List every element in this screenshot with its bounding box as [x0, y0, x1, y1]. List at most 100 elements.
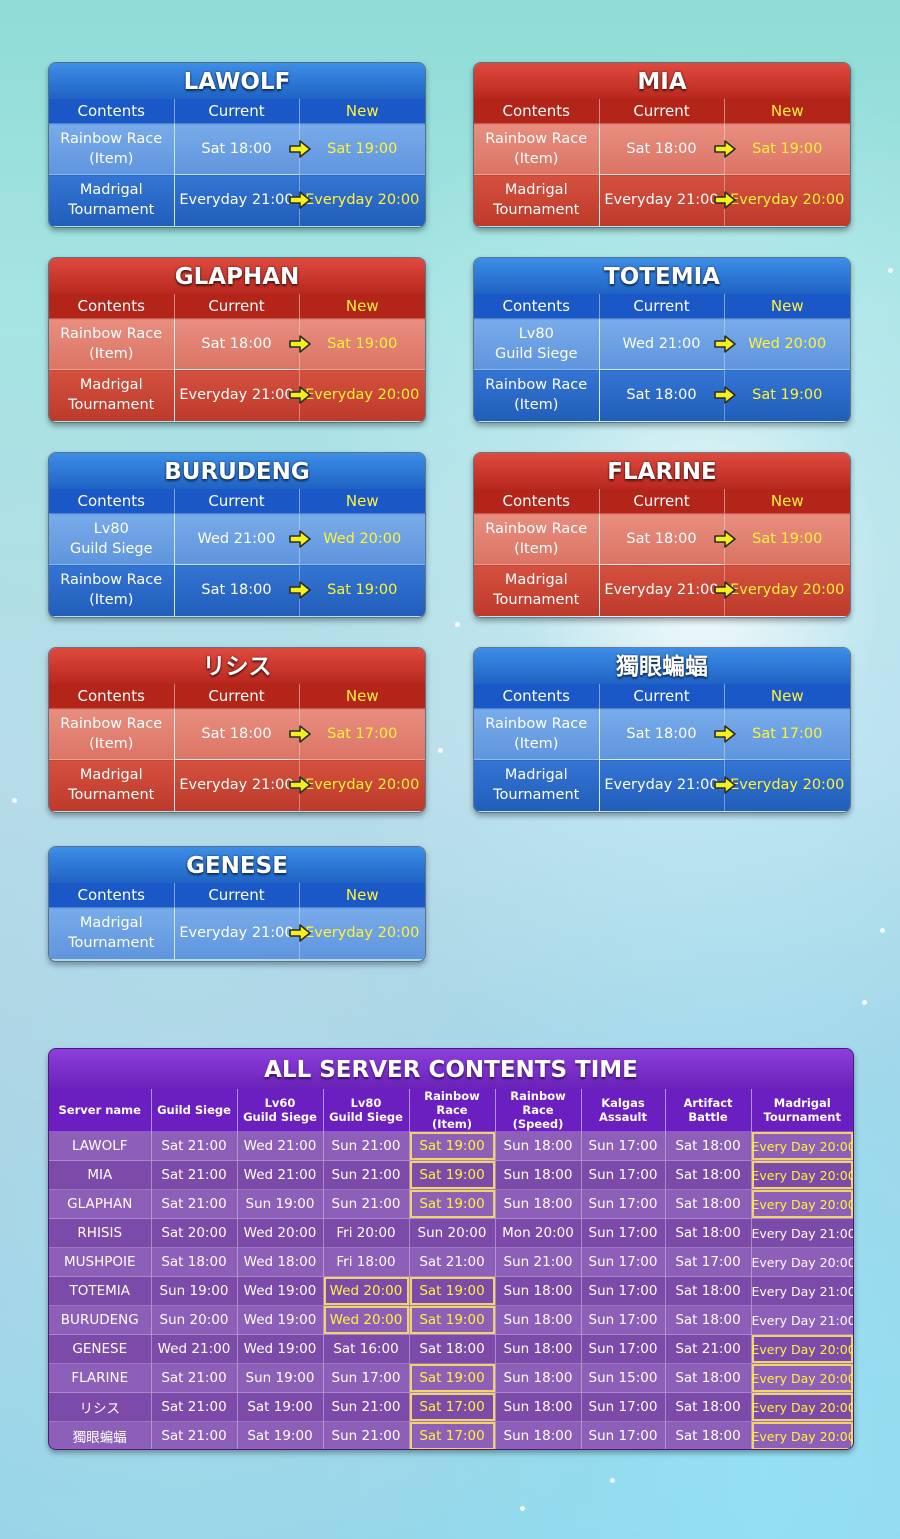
- schedule-cell: Every Day 20:00: [751, 1363, 853, 1393]
- schedule-cell: Sat 21:00: [151, 1421, 238, 1449]
- new-header: New: [299, 883, 425, 908]
- schedule-cell: Sun 17:00: [581, 1392, 666, 1422]
- schedule-row: Madrigal Tournament Everyday 21:00 Everyday…: [474, 174, 850, 226]
- contents-header: Contents: [474, 684, 600, 709]
- schedule-row: Rainbow Race (Item) Sat 18:00 Sat 19:00: [49, 564, 425, 616]
- all-server-title: ALL SERVER CONTENTS TIME: [49, 1049, 853, 1089]
- background-sparkle: [888, 268, 893, 273]
- current-header: Current: [174, 684, 300, 709]
- schedule-cell: Sat 17:00: [409, 1392, 496, 1422]
- schedule-row: Madrigal Tournament Everyday 21:00 Everyday…: [49, 907, 425, 959]
- current-time: Everyday 21:00: [604, 192, 719, 209]
- content-cell: Madrigal Tournament: [49, 907, 175, 959]
- content-name-line: Rainbow Race: [60, 326, 163, 342]
- schedule-cell: Sat 19:00: [409, 1131, 496, 1161]
- content-name-line: Madrigal: [504, 572, 568, 589]
- schedule-cell: Sat 21:00: [151, 1363, 238, 1393]
- schedule-cell: Sun 17:00: [581, 1276, 666, 1306]
- content-cell: Madrigal Tournament: [49, 369, 175, 421]
- content-name-line: Tournament: [493, 202, 580, 219]
- new-time-cell: Everyday 20:00: [299, 759, 425, 811]
- content-name-line: Lv80: [518, 326, 554, 342]
- column-header: Guild Siege: [151, 1089, 238, 1132]
- contents-header: Contents: [49, 294, 175, 319]
- current-time: Sat 18:00: [201, 582, 272, 599]
- new-time-cell: Sat 19:00: [724, 513, 850, 565]
- schedule-cell: Sat 21:00: [665, 1334, 752, 1364]
- arrow-right-icon: [713, 191, 736, 210]
- schedule-row: Rainbow Race (Item) Sat 18:00 Sat 19:00: [474, 123, 850, 175]
- background-sparkle: [438, 748, 443, 753]
- server-card-title: GLAPHAN: [49, 258, 425, 294]
- schedule-cell: Sun 19:00: [237, 1363, 324, 1393]
- content-name-line: Rainbow Race: [485, 521, 588, 537]
- new-time-cell: Everyday 20:00: [724, 174, 850, 226]
- column-header-line: Rainbow Race: [510, 1089, 566, 1117]
- server-card-mushpoie: 獨眼蝙蝠 Contents Current New Rainbow Race (Item)…: [473, 647, 851, 813]
- new-time-cell: Sat 19:00: [299, 564, 425, 616]
- new-time-cell: Everyday 20:00: [299, 907, 425, 959]
- new-time-cell: Sat 17:00: [724, 708, 850, 760]
- schedule-cell: Sun 17:00: [323, 1363, 410, 1393]
- new-header: New: [724, 684, 850, 709]
- server-name-cell: GENESE: [49, 1334, 152, 1364]
- server-row: RHISIS Sat 20:00 Wed 20:00 Fri 20:00 Sun 20:…: [49, 1218, 853, 1248]
- schedule-row: Rainbow Race (Item) Sat 18:00 Sat 19:00: [474, 513, 850, 565]
- schedule-cell: Wed 20:00: [237, 1218, 324, 1248]
- column-header: Rainbow Race (Speed): [495, 1089, 582, 1132]
- schedule-cell: Sat 21:00: [151, 1160, 238, 1190]
- schedule-cell: Sun 18:00: [495, 1189, 582, 1219]
- new-time: Sat 19:00: [327, 582, 398, 599]
- schedule-cell: Sat 19:00: [237, 1392, 324, 1422]
- server-card-table: Contents Current New Madrigal Tournament Ever…: [49, 883, 425, 959]
- new-time-cell: Everyday 20:00: [299, 369, 425, 421]
- schedule-row: Rainbow Race (Item) Sat 18:00 Sat 17:00: [49, 708, 425, 760]
- schedule-cell: Sun 21:00: [323, 1160, 410, 1190]
- new-time: Sat 19:00: [752, 141, 823, 157]
- server-card-header-row: Contents Current New: [49, 294, 425, 319]
- current-time: Everyday 21:00: [179, 925, 294, 942]
- new-time-cell: Sat 19:00: [299, 123, 425, 175]
- content-name-line: Tournament: [68, 935, 155, 952]
- server-card-title: FLARINE: [474, 453, 850, 489]
- new-time-cell: Sat 19:00: [724, 123, 850, 175]
- content-cell: Madrigal Tournament: [474, 174, 600, 226]
- server-name-cell: RHISIS: [49, 1218, 152, 1248]
- column-header: Artifact Battle: [665, 1089, 752, 1132]
- schedule-cell: Sun 17:00: [581, 1218, 666, 1248]
- schedule-cell: Mon 20:00: [495, 1218, 582, 1248]
- content-name-line: Rainbow Race: [485, 131, 588, 147]
- schedule-cell: Sat 18:00: [665, 1421, 752, 1449]
- current-time-cell: Sat 18:00: [599, 513, 736, 565]
- new-header: New: [299, 294, 425, 319]
- new-time: Everyday 20:00: [730, 192, 845, 209]
- current-header: Current: [599, 294, 725, 319]
- new-time-cell: Sat 19:00: [299, 318, 425, 370]
- schedule-cell: Every Day 21:00: [751, 1218, 853, 1248]
- schedule-cell: Sun 18:00: [495, 1392, 582, 1422]
- server-card-header-row: Contents Current New: [474, 99, 850, 124]
- new-header: New: [299, 99, 425, 124]
- current-header: Current: [174, 489, 300, 514]
- arrow-right-icon: [288, 530, 311, 548]
- schedule-cell: Sun 18:00: [495, 1421, 582, 1449]
- content-name-line: Tournament: [68, 787, 155, 804]
- server-card-header-row: Contents Current New: [49, 883, 425, 908]
- schedule-cell: Sat 19:00: [409, 1363, 496, 1393]
- server-name-cell: TOTEMIA: [49, 1276, 152, 1306]
- server-card-table: Contents Current New Rainbow Race (Item) Sat …: [474, 489, 850, 616]
- content-cell: Lv80 Guild Siege: [49, 513, 175, 565]
- server-row: MUSHPOIE Sat 18:00 Wed 18:00 Fri 18:00 Sat 2…: [49, 1247, 853, 1277]
- server-card-title: 獨眼蝙蝠: [474, 648, 850, 684]
- content-cell: Rainbow Race (Item): [474, 513, 600, 565]
- schedule-cell: Sun 18:00: [495, 1131, 582, 1161]
- current-header: Current: [599, 489, 725, 514]
- server-card-header-row: Contents Current New: [49, 684, 425, 709]
- content-cell: Madrigal Tournament: [474, 564, 600, 616]
- current-header: Current: [174, 294, 300, 319]
- current-time-cell: Everyday 21:00: [599, 174, 736, 226]
- schedule-cell: Sun 17:00: [581, 1247, 666, 1277]
- column-header: Lv60 Guild Siege: [237, 1089, 324, 1132]
- current-time: Sat 18:00: [201, 726, 272, 742]
- new-header: New: [724, 489, 850, 514]
